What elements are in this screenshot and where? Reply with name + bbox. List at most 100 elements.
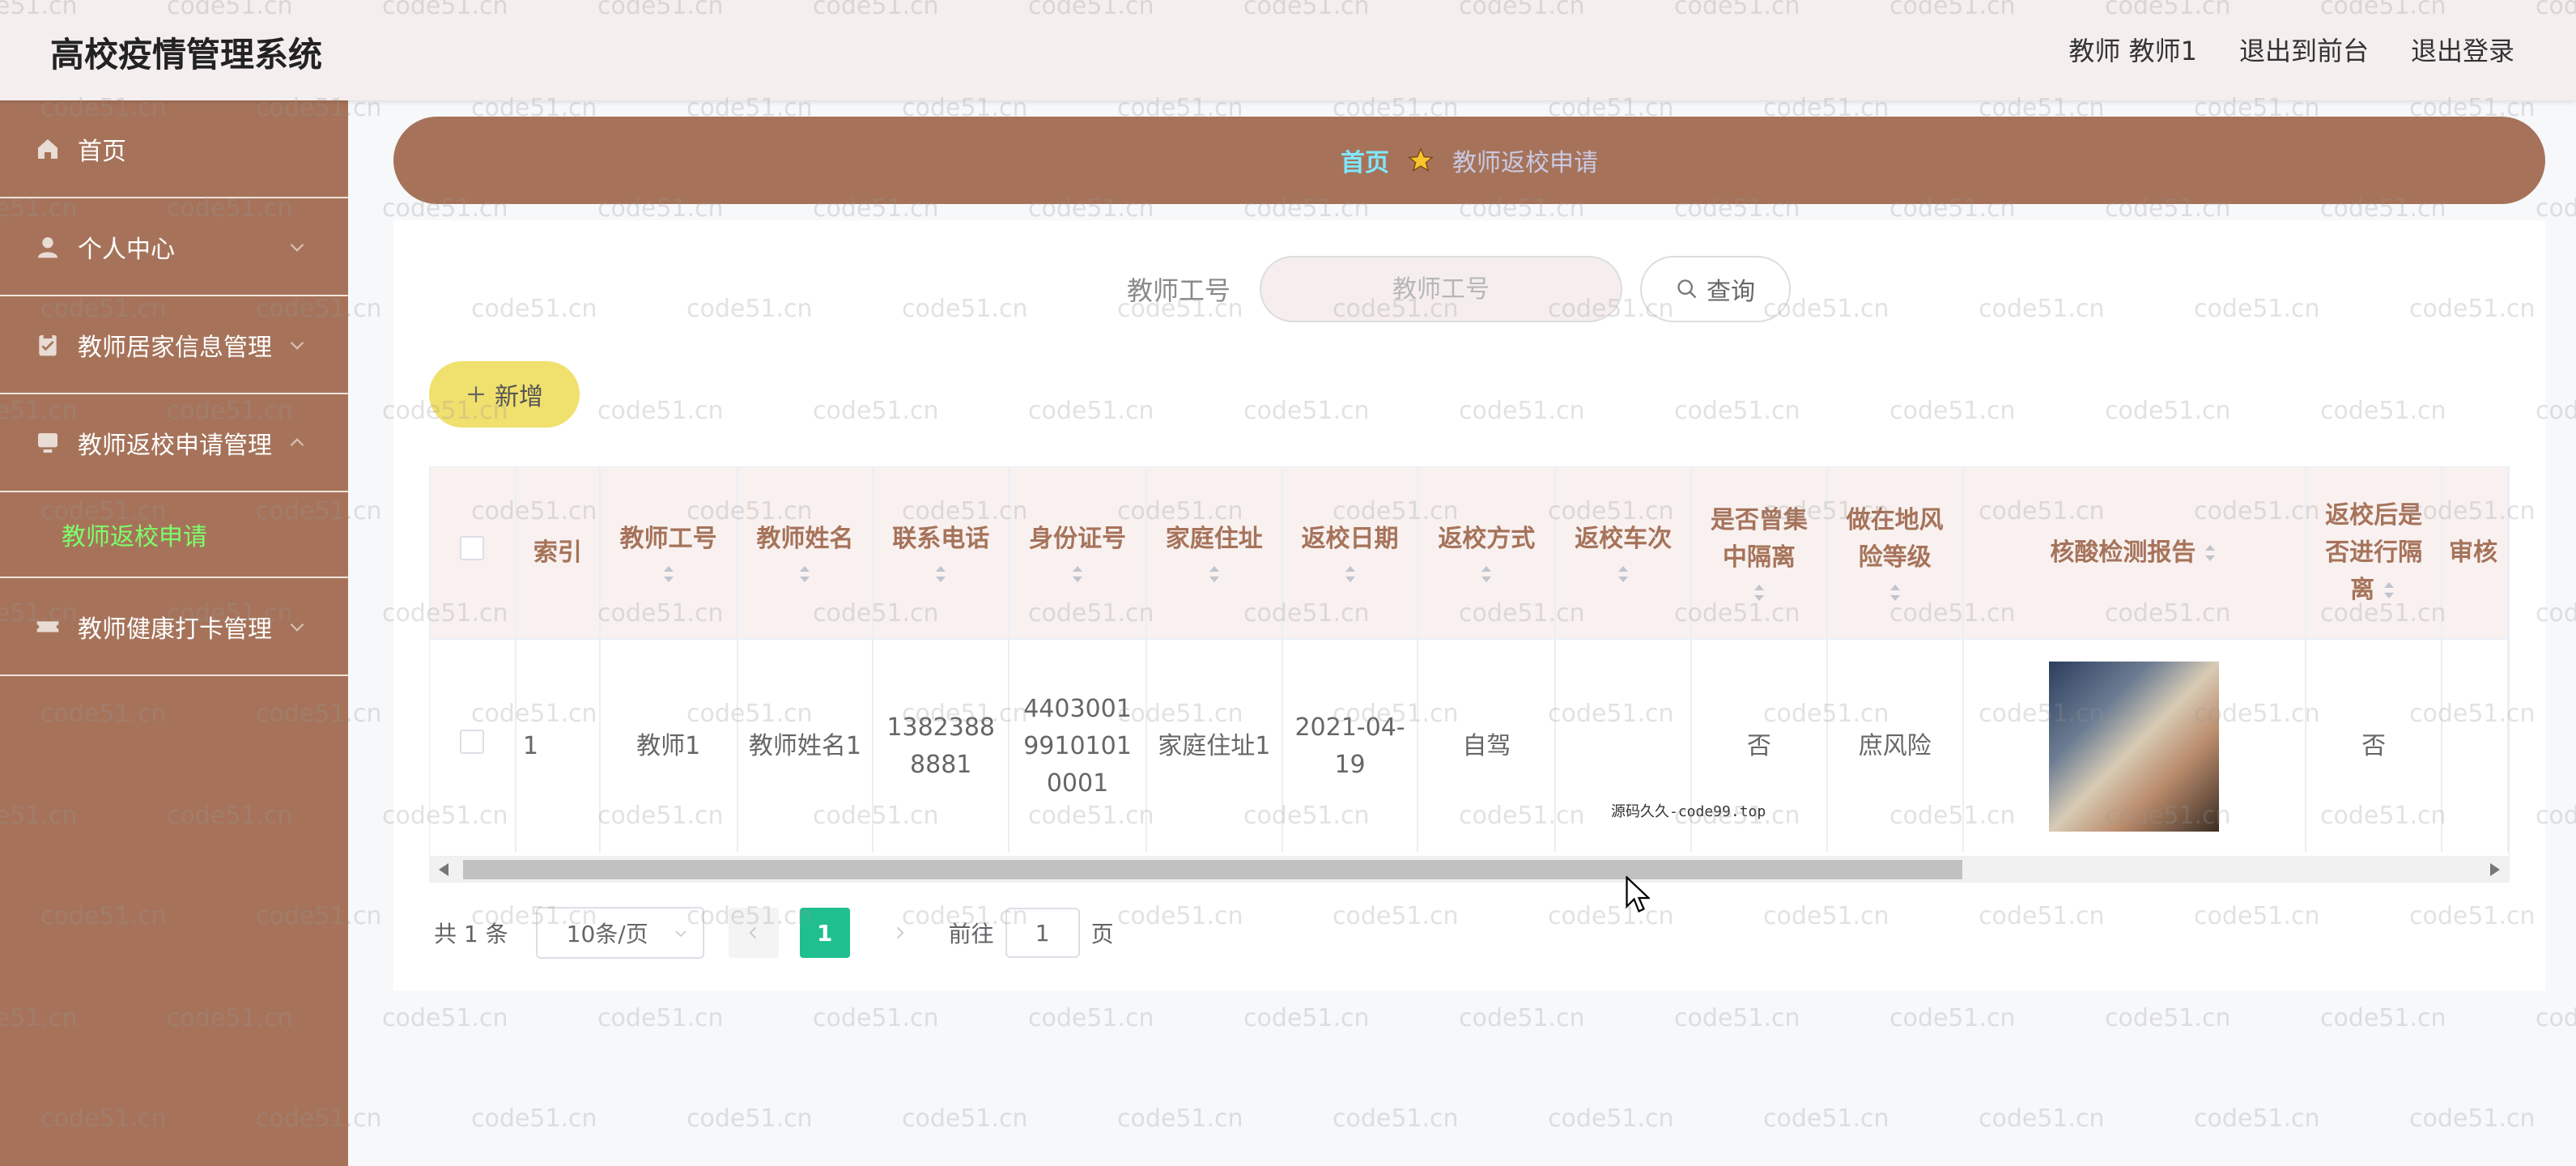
sort-icon[interactable] <box>1887 581 1903 604</box>
submenu-return-apply[interactable]: 教师返校申请 <box>0 492 348 578</box>
sidebar-item-return-apply-mgmt[interactable]: 教师返校申请管理 <box>0 394 348 492</box>
column-header: 索引 <box>515 467 601 640</box>
sidebar-item-home[interactable]: 首页 <box>0 100 348 198</box>
breadcrumb: 首页 教师返校申请 <box>393 117 2545 204</box>
watermark-text: code51.cn <box>1117 1104 1243 1133</box>
star-icon <box>1408 147 1434 172</box>
cell-date: 2021-04-19 <box>1282 639 1419 853</box>
column-header: 审核 <box>2441 467 2509 640</box>
clipboard-icon <box>32 330 63 360</box>
scrollbar-thumb[interactable] <box>463 860 1962 879</box>
sort-icon[interactable] <box>661 563 677 585</box>
logout-link[interactable]: 退出登录 <box>2411 31 2514 68</box>
watermark-text: code51.cn <box>1333 1104 1459 1133</box>
watermark-text: code51.cn <box>2105 1004 2231 1032</box>
cell-index: 1 <box>515 639 601 853</box>
watermark-text: code51.cn <box>382 1004 508 1032</box>
select-all-cell[interactable] <box>430 467 516 640</box>
sort-icon[interactable] <box>1069 563 1086 585</box>
scroll-left-icon[interactable] <box>439 863 448 876</box>
watermark-text: code51.cn <box>471 1104 597 1133</box>
sort-icon[interactable] <box>2202 542 2218 564</box>
sidebar-item-label: 教师返校申请管理 <box>78 431 272 460</box>
cell-method: 自驾 <box>1418 639 1557 853</box>
header-actions: 教师 教师1 退出到前台 退出登录 <box>2068 31 2514 68</box>
row-select-cell[interactable] <box>430 639 516 853</box>
column-header[interactable]: 是否曾集中隔离 <box>1690 467 1828 640</box>
sort-icon[interactable] <box>2381 579 2397 602</box>
watermark-text: code51.cn <box>2536 1004 2576 1032</box>
pagination: 共 1 条 10条/页 1 前往 页 <box>434 907 1114 959</box>
sort-icon[interactable] <box>1751 581 1767 604</box>
column-header[interactable]: 返校日期 <box>1282 467 1419 640</box>
watermark-text: code51.cn <box>1889 1004 2016 1032</box>
nucleic-test-report-photo[interactable] <box>2049 661 2220 832</box>
sidebar: 首页 个人中心 教师居家信息管理 教师返校申请管理 教师返校申请 教师健康打卡管… <box>0 100 348 1166</box>
watermark-text: code51.cn <box>2409 1104 2536 1133</box>
monitor-icon <box>32 428 63 458</box>
cell-id-card: 440300199101010001 <box>1009 639 1147 853</box>
home-icon <box>32 134 63 164</box>
page-number-button[interactable]: 1 <box>799 908 850 958</box>
next-page-button[interactable] <box>874 908 925 958</box>
breadcrumb-home[interactable]: 首页 <box>1341 143 1389 178</box>
back-to-front-link[interactable]: 退出到前台 <box>2239 31 2369 68</box>
watermark-text: code51.cn <box>2536 194 2576 223</box>
sort-icon[interactable] <box>1478 563 1494 585</box>
cell-risk: 庶风险 <box>1826 639 1964 853</box>
sort-icon[interactable] <box>1206 563 1222 585</box>
goto-page-input[interactable] <box>1005 908 1080 958</box>
chevron-up-icon <box>290 437 304 446</box>
sidebar-item-personal-center[interactable]: 个人中心 <box>0 198 348 296</box>
sidebar-item-health-checkin[interactable]: 教师健康打卡管理 <box>0 578 348 676</box>
column-header[interactable]: 返校方式 <box>1418 467 1557 640</box>
scroll-right-icon[interactable] <box>2490 863 2500 876</box>
add-button[interactable]: 新增 <box>429 361 580 428</box>
chevron-down-icon <box>290 341 304 350</box>
sidebar-item-label: 首页 <box>78 137 126 166</box>
sort-icon[interactable] <box>933 563 949 585</box>
column-header[interactable]: 身份证号 <box>1009 467 1147 640</box>
row-checkbox[interactable] <box>460 729 485 754</box>
add-button-label: 新增 <box>495 383 543 411</box>
user-icon <box>32 232 63 262</box>
chevron-left-icon <box>749 926 756 939</box>
cell-name: 教师姓名1 <box>737 639 874 853</box>
top-bar: 高校疫情管理系统 教师 教师1 退出到前台 退出登录 <box>0 0 2576 100</box>
column-header[interactable]: 做在地风险等级 <box>1826 467 1964 640</box>
page-suffix: 页 <box>1090 921 1114 947</box>
watermark-text: code51.cn <box>1243 1004 1370 1032</box>
column-header[interactable]: 返校后是否进行隔离 <box>2306 467 2442 640</box>
sort-icon[interactable] <box>1615 563 1631 585</box>
prev-page-button[interactable] <box>728 908 779 958</box>
column-header[interactable]: 教师姓名 <box>737 467 874 640</box>
column-header[interactable]: 教师工号 <box>599 467 738 640</box>
cell-address: 家庭住址1 <box>1146 639 1283 853</box>
table-header-row: 索引 教师工号 教师姓名 联系电话 身份证号 家庭住址 返校日期 返校方式 返校… <box>430 467 2509 640</box>
select-all-checkbox[interactable] <box>460 535 485 560</box>
app-title: 高校疫情管理系统 <box>50 35 323 74</box>
ticket-icon <box>32 611 63 642</box>
page-size-select[interactable]: 10条/页 <box>535 907 704 959</box>
column-header[interactable]: 家庭住址 <box>1146 467 1283 640</box>
watermark-text: code51.cn <box>1979 1104 2105 1133</box>
horizontal-scrollbar[interactable] <box>429 857 2510 883</box>
source-note: 源码久久-code99.top <box>1611 803 1766 820</box>
sidebar-item-home-info[interactable]: 教师居家信息管理 <box>0 296 348 394</box>
total-count: 共 1 条 <box>434 921 508 947</box>
sort-icon[interactable] <box>797 563 813 585</box>
column-header[interactable]: 核酸检测报告 <box>1962 467 2307 640</box>
chevron-down-icon <box>290 243 304 252</box>
table-row[interactable]: 1 教师1 教师姓名1 13823888881 4403001991010100… <box>430 639 2509 853</box>
sort-icon[interactable] <box>1342 563 1358 585</box>
watermark-text: code51.cn <box>813 1004 939 1032</box>
column-header[interactable]: 联系电话 <box>873 467 1010 640</box>
watermark-text: code51.cn <box>902 1104 1028 1133</box>
search-input[interactable] <box>1260 256 1622 322</box>
goto-label: 前往 <box>948 921 994 947</box>
query-button[interactable]: 查询 <box>1640 256 1791 322</box>
sidebar-item-label: 个人中心 <box>78 235 175 264</box>
current-user: 教师 教师1 <box>2068 36 2197 66</box>
column-header[interactable]: 返校车次 <box>1555 467 1692 640</box>
mouse-cursor-icon <box>1626 876 1650 913</box>
